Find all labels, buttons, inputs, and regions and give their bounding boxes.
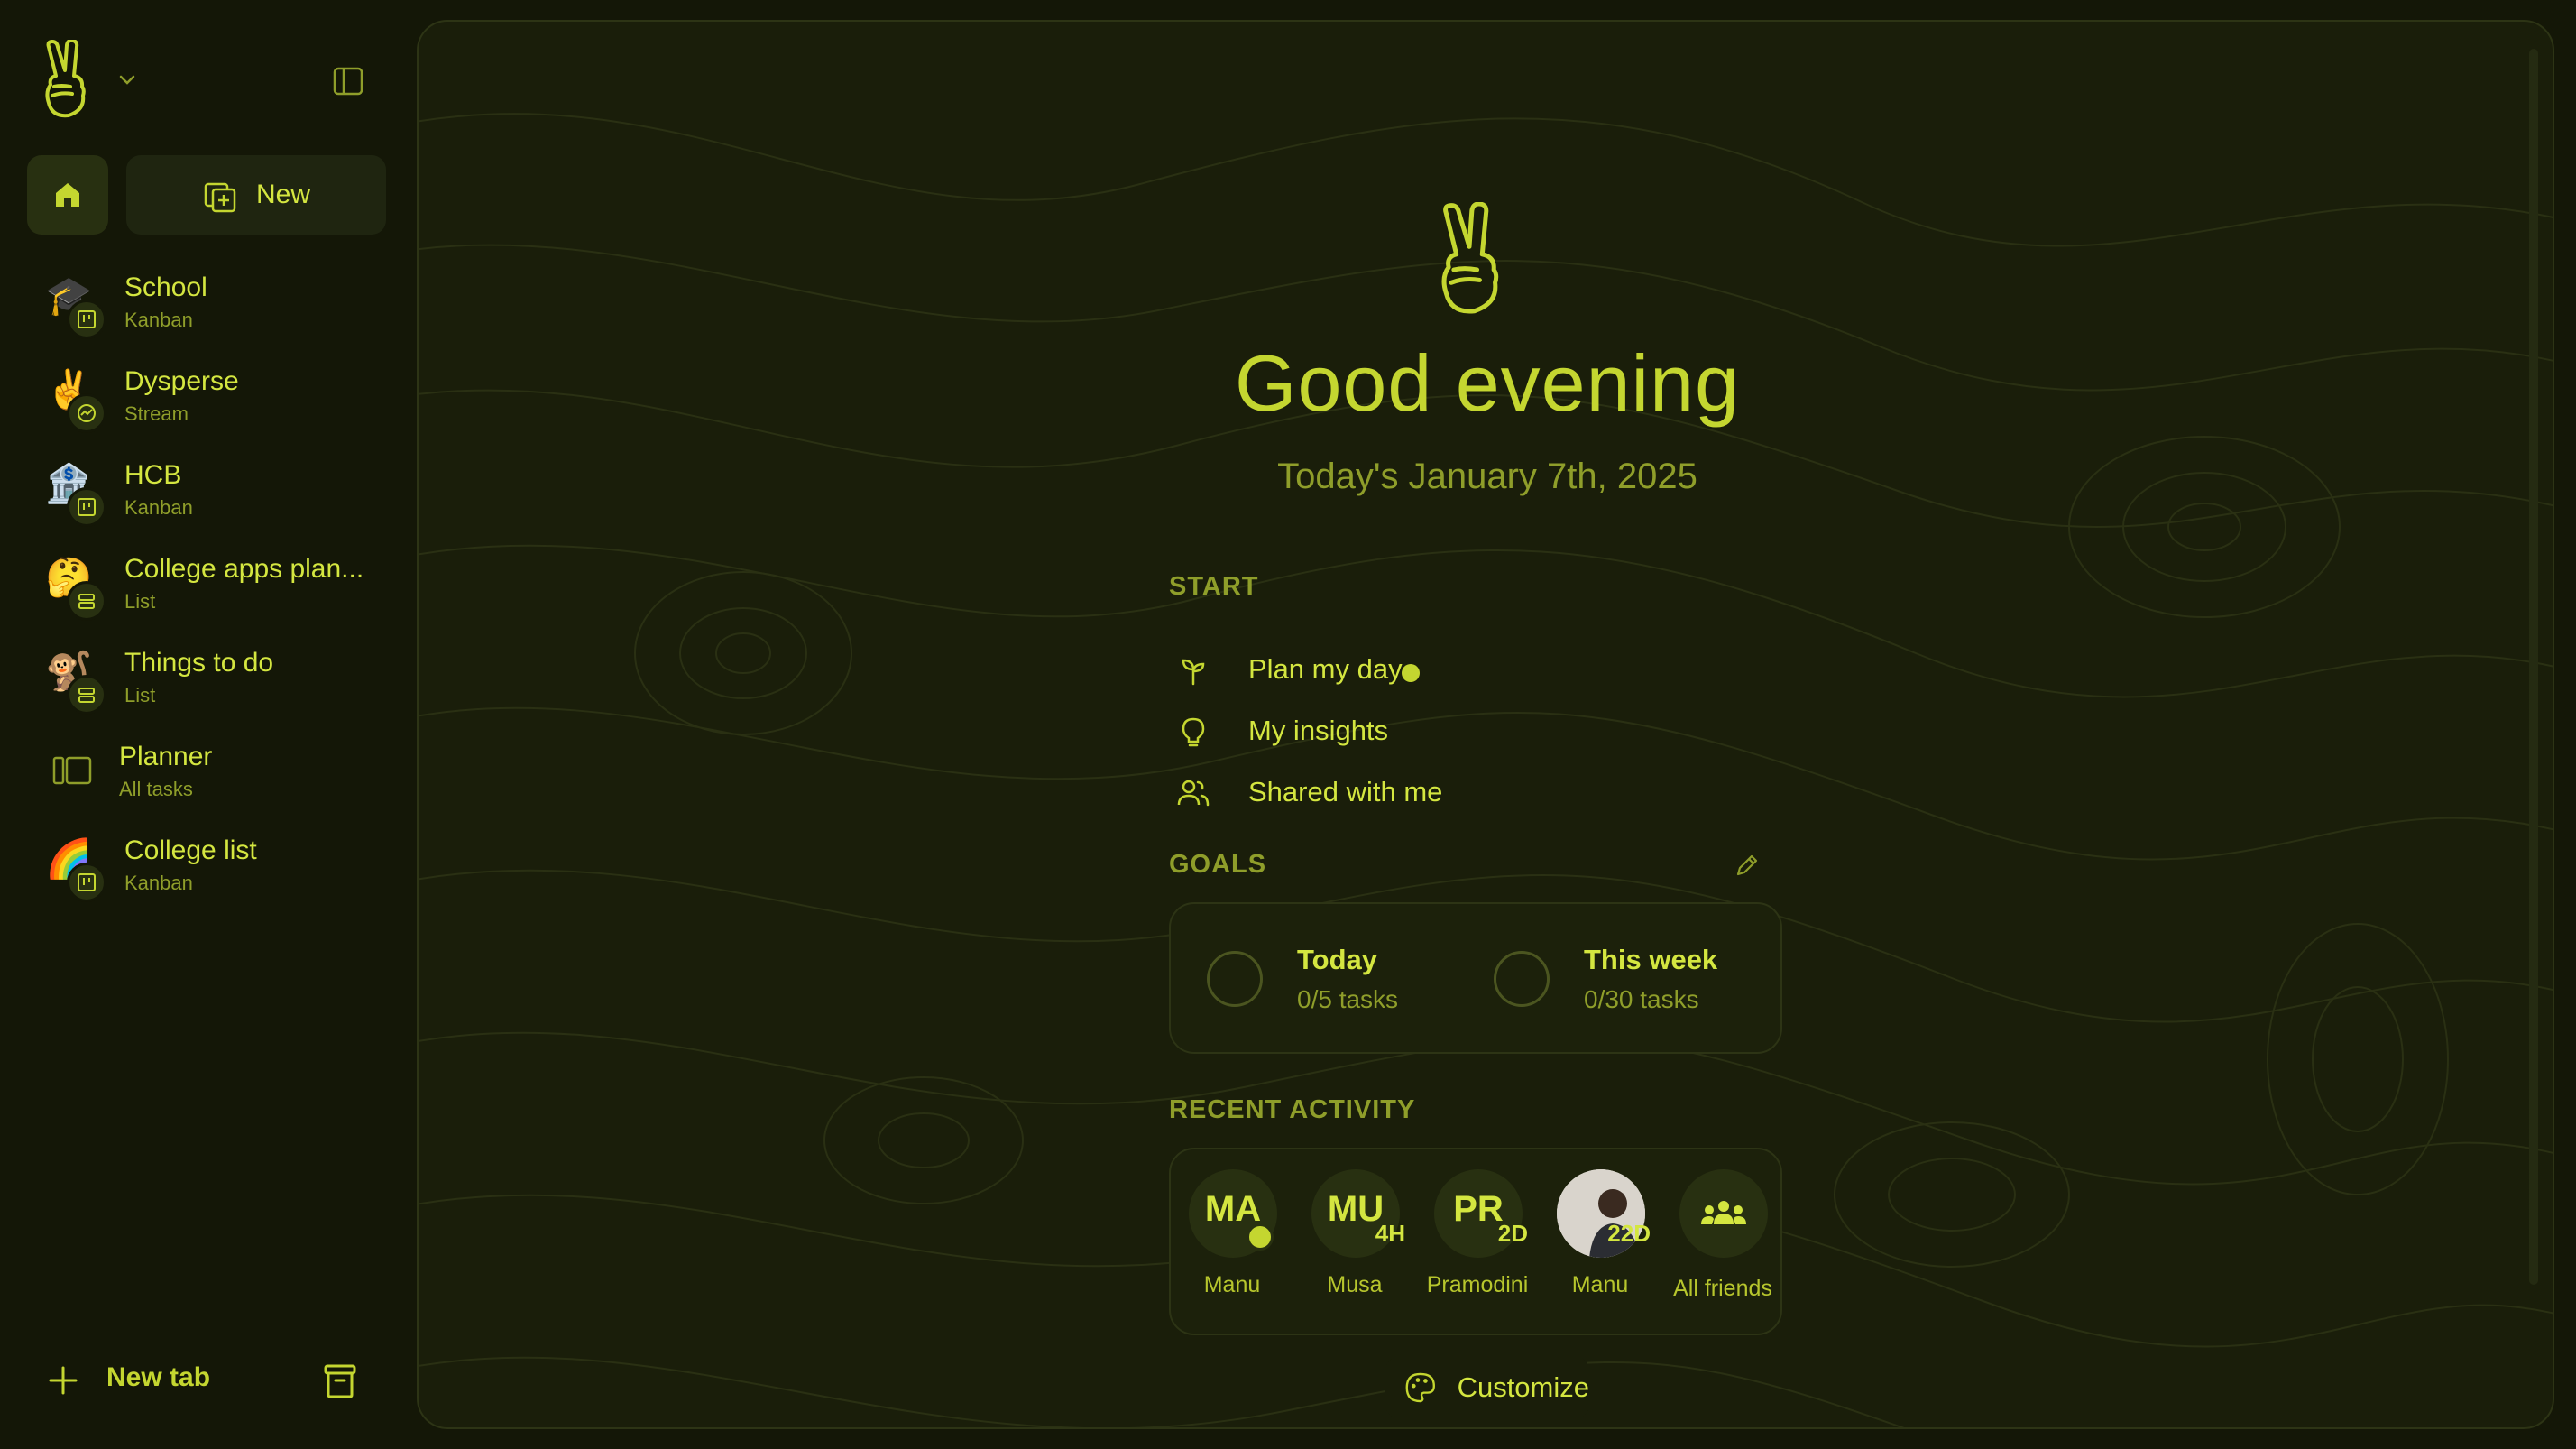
goals-card: Today 0/5 tasks This week 0/30 tasks: [1169, 902, 1782, 1054]
sidebar-item-college-list[interactable]: 🌈 College list Kanban: [0, 823, 415, 917]
recent-activity-heading: RECENT ACTIVITY: [1169, 1095, 1416, 1124]
friend-pramodini[interactable]: PR 2D Pramodini: [1416, 1149, 1539, 1337]
sidebar-item-view: List: [124, 684, 156, 706]
friend-manu-photo[interactable]: 22D Manu: [1539, 1149, 1661, 1337]
goal-count: 0/5 tasks: [1297, 985, 1399, 1013]
avatar: [1679, 1169, 1768, 1258]
planner-icon: [52, 756, 92, 785]
stream-view-icon: [67, 393, 106, 433]
new-tab-label: New tab: [106, 1362, 211, 1392]
goal-title: Today: [1297, 944, 1377, 975]
goal-this-week[interactable]: This week 0/30 tasks: [1458, 904, 1737, 1056]
today-date: Today's January 7th, 2025: [1277, 457, 1697, 496]
avatar-initials: MA: [1204, 1188, 1262, 1229]
friend-name: Manu: [1203, 1272, 1261, 1297]
start-heading: START: [1169, 572, 1259, 601]
app-root: New 🎓 School Kanban ✌️ Dysperse Stream 🏦…: [0, 0, 2576, 1449]
trash-icon[interactable]: [321, 1361, 359, 1400]
start-list: Plan my day My insights Shared with me: [1169, 644, 1710, 828]
sidebar-item-college-apps[interactable]: 🤔 College apps plan... List: [0, 541, 415, 635]
list-view-icon: [67, 675, 106, 715]
collection-list: 🎓 School Kanban ✌️ Dysperse Stream 🏦 HCB…: [0, 260, 415, 917]
pencil-icon[interactable]: [1734, 852, 1761, 879]
lightbulb-icon: [1182, 717, 1205, 747]
sidebar-item-label: Dysperse: [124, 366, 239, 396]
people-icon: [1177, 780, 1210, 807]
peace-hand-icon: [1441, 202, 1499, 314]
greeting-title: Good evening: [1235, 338, 1740, 428]
home-panel: Good evening Today's January 7th, 2025 S…: [417, 20, 2554, 1429]
friend-name: All friends: [1673, 1276, 1772, 1301]
goal-progress-ring: [1207, 951, 1263, 1007]
sidebar-item-view: Stream: [124, 402, 189, 425]
goals-heading: GOALS: [1169, 850, 1267, 879]
group-icon: [1701, 1201, 1746, 1224]
new-button-label: New: [255, 180, 310, 209]
shared-with-me-button[interactable]: Shared with me: [1169, 767, 1710, 828]
sidebar-toggle-icon[interactable]: [330, 63, 366, 99]
all-friends-button[interactable]: All friends: [1661, 1149, 1784, 1337]
scrollbar[interactable]: [2529, 49, 2538, 1285]
friend-musa[interactable]: MU 4H Musa: [1293, 1149, 1416, 1337]
sidebar: New 🎓 School Kanban ✌️ Dysperse Stream 🏦…: [0, 0, 415, 1449]
peace-hand-logo-icon[interactable]: [40, 40, 103, 121]
sidebar-item-planner[interactable]: Planner All tasks: [0, 729, 415, 823]
plan-my-day-button[interactable]: Plan my day: [1169, 644, 1710, 706]
sidebar-footer: New tab: [47, 1353, 372, 1407]
sidebar-item-view: Kanban: [124, 309, 193, 331]
sidebar-header: [40, 40, 382, 121]
sidebar-item-label: College apps plan...: [124, 554, 364, 584]
goal-progress-ring: [1494, 951, 1550, 1007]
sidebar-item-view: List: [124, 590, 156, 613]
my-insights-button[interactable]: My insights: [1169, 706, 1710, 767]
sidebar-item-view: Kanban: [124, 496, 193, 519]
last-active-badge: 22D: [1607, 1220, 1651, 1247]
list-view-icon: [67, 581, 106, 621]
goal-title: This week: [1584, 944, 1718, 975]
sidebar-item-label: School: [124, 272, 207, 302]
new-collection-icon: [204, 182, 236, 213]
chevron-down-icon[interactable]: [114, 67, 141, 94]
friend-name: Musa: [1327, 1272, 1383, 1297]
sidebar-item-label: HCB: [124, 460, 182, 490]
kanban-view-icon: [67, 487, 106, 527]
plus-icon: [49, 1366, 78, 1395]
sidebar-item-school[interactable]: 🎓 School Kanban: [0, 260, 415, 354]
home-button[interactable]: [27, 155, 108, 235]
new-button[interactable]: New: [126, 155, 386, 235]
sidebar-item-label: Planner: [119, 742, 213, 771]
online-indicator: [1247, 1223, 1274, 1251]
sidebar-item-dysperse[interactable]: ✌️ Dysperse Stream: [0, 354, 415, 448]
customize-label: Customize: [1457, 1371, 1589, 1403]
friend-name: Manu: [1571, 1272, 1629, 1297]
last-active-badge: 2D: [1497, 1220, 1528, 1247]
sidebar-item-hcb[interactable]: 🏦 HCB Kanban: [0, 448, 415, 541]
goal-count: 0/30 tasks: [1584, 985, 1699, 1013]
goal-today[interactable]: Today 0/5 tasks: [1171, 904, 1450, 1056]
start-item-label: My insights: [1248, 715, 1389, 746]
plan-my-day-indicator: [1402, 664, 1420, 682]
kanban-view-icon: [67, 863, 106, 902]
palette-icon: [1405, 1372, 1435, 1403]
kanban-view-icon: [67, 300, 106, 339]
sidebar-item-label: College list: [124, 835, 257, 865]
sprout-icon: [1182, 659, 1205, 686]
sidebar-item-label: Things to do: [124, 648, 274, 678]
friend-manu[interactable]: MA Manu: [1171, 1149, 1293, 1337]
sidebar-item-things-to-do[interactable]: 🐒 Things to do List: [0, 635, 415, 729]
sidebar-item-view: Kanban: [124, 872, 193, 894]
friend-name: Pramodini: [1426, 1272, 1529, 1297]
start-item-label: Shared with me: [1248, 776, 1443, 808]
recent-activity-card: MA Manu MU 4H Musa PR 2D Pramodini 22D M…: [1169, 1148, 1782, 1335]
sidebar-item-view: All tasks: [119, 778, 193, 800]
customize-button[interactable]: Customize: [1385, 1355, 1589, 1420]
home-icon: [56, 183, 79, 207]
start-item-label: Plan my day: [1248, 653, 1403, 685]
last-active-badge: 4H: [1375, 1220, 1405, 1247]
